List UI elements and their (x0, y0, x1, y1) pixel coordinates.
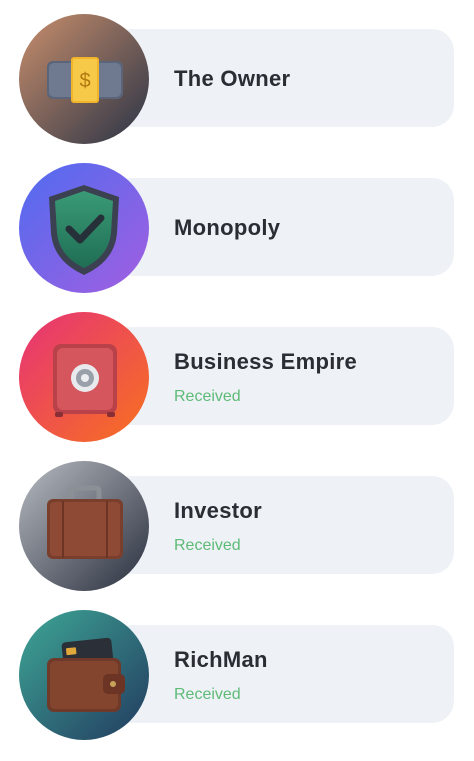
achievement-badge: $ (19, 14, 149, 144)
wallet-icon (19, 610, 149, 740)
money-stack-icon: $ (19, 14, 149, 144)
achievement-item-richman[interactable]: RichMan Received (0, 610, 474, 750)
status-received: Received (174, 686, 241, 703)
achievement-title: The Owner (174, 66, 291, 91)
safe-icon (19, 312, 149, 442)
achievement-title: RichMan (174, 647, 268, 672)
achievement-title: Monopoly (174, 215, 281, 240)
achievement-card (110, 178, 454, 276)
shield-check-icon (19, 163, 149, 293)
achievement-item-the-owner[interactable]: $ The Owner (0, 14, 474, 154)
achievement-badge (19, 163, 149, 293)
achievement-badge (19, 461, 149, 591)
achievement-badge (19, 610, 149, 740)
achievement-item-monopoly[interactable]: Monopoly (0, 163, 474, 303)
status-received: Received (174, 537, 241, 554)
achievement-item-investor[interactable]: Investor Received (0, 461, 474, 601)
achievement-item-business-empire[interactable]: Business Empire Received (0, 312, 474, 452)
achievement-title: Investor (174, 498, 262, 523)
briefcase-icon (19, 461, 149, 591)
svg-text:$: $ (79, 70, 90, 92)
status-received: Received (174, 388, 241, 405)
achievement-card (110, 476, 454, 574)
achievement-card (110, 625, 454, 723)
achievement-card (110, 327, 454, 425)
achievement-title: Business Empire (174, 349, 358, 374)
achievement-badge (19, 312, 149, 442)
